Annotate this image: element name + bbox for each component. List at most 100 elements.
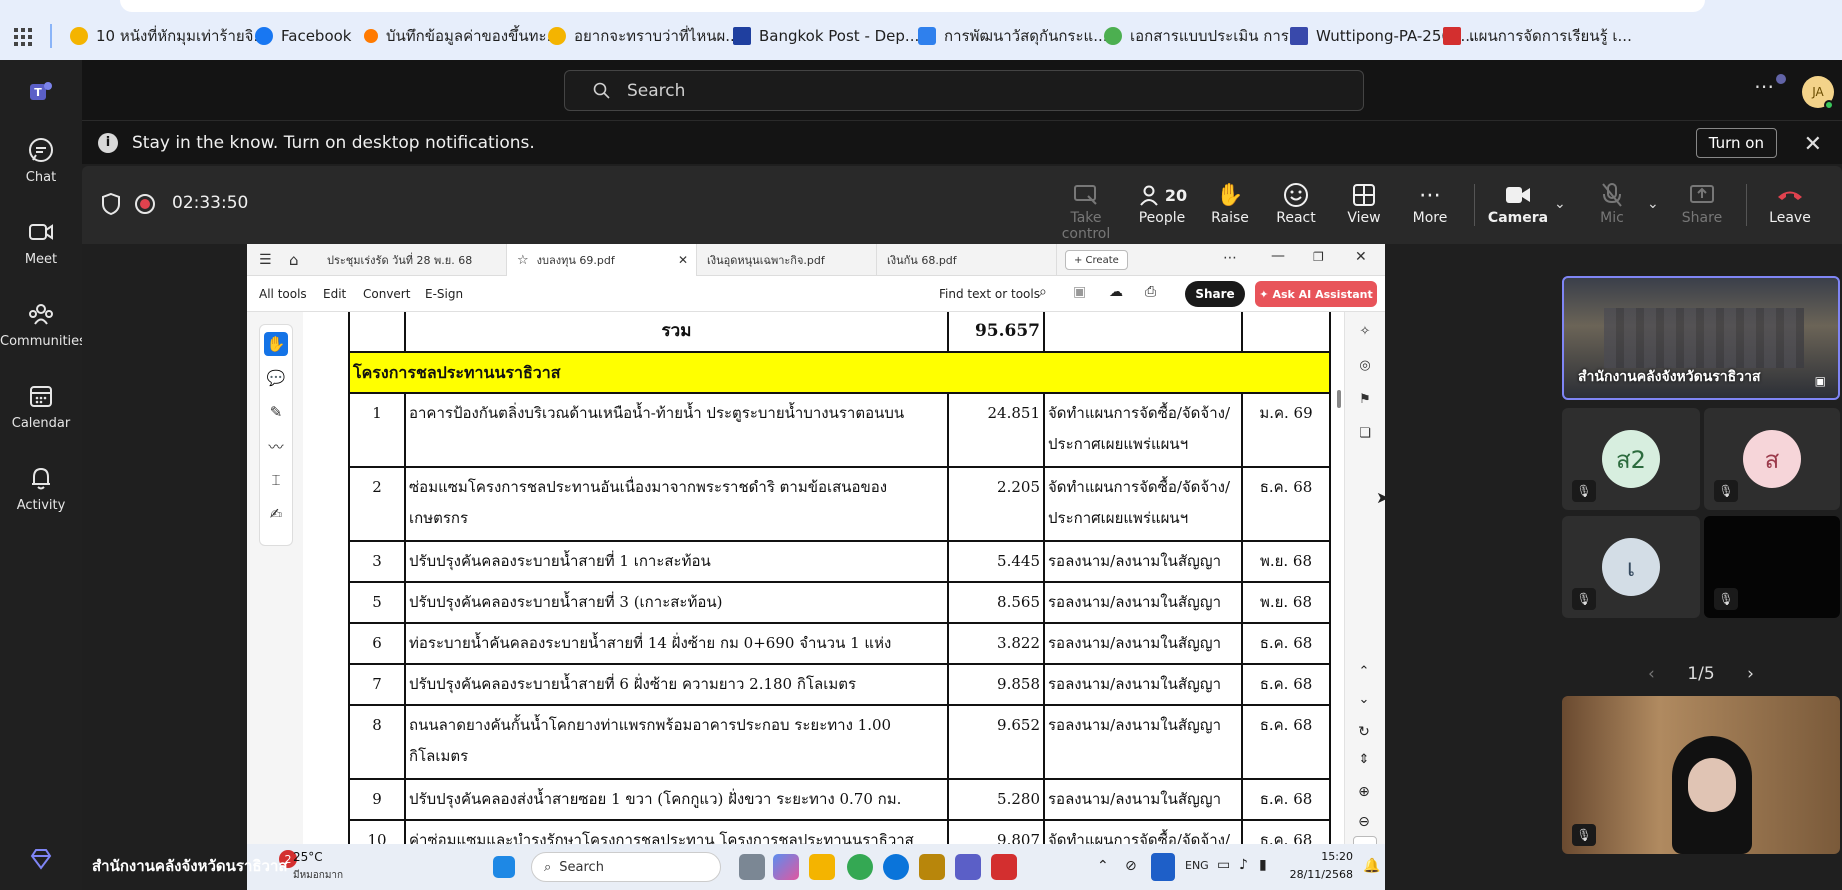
convert-menu[interactable]: Convert [363,287,410,301]
leave-button[interactable]: Leave [1750,180,1830,226]
video-tile[interactable]: ส2 🎙 [1562,408,1700,510]
edit-menu[interactable]: Edit [323,287,346,301]
language-indicator[interactable]: ENG [1185,859,1209,872]
premium-diamond-icon[interactable] [0,848,82,876]
rail-meet[interactable]: Meet [0,218,82,267]
camera-options-chevron-down-icon[interactable]: ⌄ [1554,196,1566,212]
page-number-input[interactable]: 3 [1353,836,1377,844]
all-tools-menu[interactable]: All tools [259,287,307,301]
mic-button[interactable]: Mic [1572,180,1652,226]
hand-tool-icon[interactable]: ✋ [264,332,288,356]
sign-icon[interactable]: ✍ [264,502,288,526]
rotate-icon[interactable]: ↻ [1352,724,1376,740]
save-icon[interactable]: ▣ [1073,284,1086,300]
store-icon[interactable] [919,854,945,880]
close-icon[interactable]: ✕ [1804,132,1822,157]
comments-icon[interactable]: ◎ [1355,358,1375,378]
camera-button[interactable]: Camera [1478,180,1558,226]
bookmark-icon[interactable]: ⚑ [1355,392,1375,412]
clock-time[interactable]: 15:20 [1295,850,1353,863]
ai-tools-icon[interactable]: ✧ [1355,324,1375,344]
file-explorer-icon[interactable] [809,854,835,880]
close-window-icon[interactable]: ✕ [1355,249,1367,265]
share-document-button[interactable]: Share [1185,281,1245,307]
battery-icon[interactable]: ▮ [1259,857,1267,873]
hamburger-menu-icon[interactable]: ☰ [259,252,272,268]
video-tile[interactable]: ส 🎙 [1704,408,1840,510]
apps-grid-icon[interactable] [14,28,32,46]
restore-icon[interactable]: ❐ [1313,250,1324,264]
zoom-out-icon[interactable]: ⊖ [1352,814,1376,830]
shared-screen[interactable]: ☰ ⌂ ประชุมเร่งรัด วันที่ 28 พ.ย. 68 ☆ งบล… [247,244,1385,844]
acrobat-taskbar-icon[interactable] [991,854,1017,880]
more-icon[interactable]: ⋯ [1223,250,1237,266]
wifi-off-icon[interactable]: ⊘ [1125,858,1137,874]
chevron-up-icon[interactable]: ⌃ [1097,858,1109,874]
table-row: 8 ถนนลาดยางคันกั้นน้ำโคกยางท่าแพรกพร้อมอ… [348,704,1331,780]
zoom-in-icon[interactable]: ⊕ [1352,784,1376,800]
video-tile[interactable]: เ 🎙 [1562,516,1700,618]
video-tile-room[interactable]: สำนักงานคลังจังหวัดนราธิวาส ▣ [1562,276,1840,400]
minimize-icon[interactable]: — [1271,248,1285,264]
comment-icon[interactable]: 💬 [264,366,288,390]
weather-temp[interactable]: 25°C [293,850,323,864]
windows-start-icon[interactable] [493,856,515,878]
scrollbar-thumb[interactable] [1337,390,1341,408]
video-tile-self[interactable]: 🎙 [1562,696,1840,854]
cloud-upload-icon[interactable]: ☁ [1109,284,1123,300]
chevron-right-icon[interactable]: › [1747,664,1754,684]
draw-icon[interactable]: 〰 [264,434,288,458]
mic-options-chevron-down-icon[interactable]: ⌄ [1647,196,1659,212]
rail-chat[interactable]: Chat [0,136,82,185]
previous-page-icon[interactable]: ⌃ [1352,664,1376,679]
edge-icon[interactable] [883,854,909,880]
pdf-page[interactable]: รวม 95.657 โครงการชลประทานนราธิวาส 1 อาค… [303,312,1344,844]
take-control-button[interactable]: Take control [1046,180,1126,242]
print-icon[interactable]: ⎙ [1145,284,1156,300]
rail-activity[interactable]: Activity [0,464,82,513]
chrome-icon[interactable] [847,854,873,880]
text-select-icon[interactable]: ⌶ [264,468,288,492]
bookmark-item[interactable]: แผนการจัดการเรียนรู้ เ... [1443,25,1632,47]
notification-bell-icon[interactable]: 🔔 [1363,858,1380,874]
esign-menu[interactable]: E-Sign [425,287,463,301]
rail-communities[interactable]: Communities [0,300,86,349]
bookmark-item[interactable]: เอกสารแบบประเมิน การ... [1104,25,1303,47]
network-icon[interactable]: ▭ [1217,857,1230,873]
share-button[interactable]: Share [1662,180,1742,226]
mic-tray-icon[interactable] [1151,853,1175,881]
more-button[interactable]: ⋯ More [1390,180,1470,227]
close-tab-icon[interactable]: ✕ [678,253,688,267]
turn-on-button[interactable]: Turn on [1695,128,1777,158]
taskbar-search[interactable]: ⌕ Search [531,852,721,882]
chevron-left-icon[interactable]: ‹ [1648,664,1655,684]
rail-calendar[interactable]: Calendar [0,382,82,431]
ai-assistant-button[interactable]: ✦ Ask AI Assistant [1255,281,1377,307]
bookmark-item[interactable]: 10 หนังที่หักมุมเท่าร้ายจิ... [70,25,268,47]
tab-document-active[interactable]: ☆ งบลงทุน 69.pdf ✕ [507,244,697,276]
more-options-icon[interactable]: ⋯ [1754,74,1774,98]
fit-page-icon[interactable]: ⇕ [1352,752,1376,767]
highlight-pen-icon[interactable]: ✎ [264,400,288,424]
bookmark-item[interactable]: Facebook [255,25,351,47]
task-view-icon[interactable] [739,854,765,880]
tab-document[interactable]: ประชุมเร่งรัด วันที่ 28 พ.ย. 68 [317,244,507,276]
copilot-icon[interactable] [773,854,799,880]
search-icon[interactable]: ⌕ [1039,284,1047,300]
teams-taskbar-icon[interactable] [955,854,981,880]
bookmark-item[interactable]: บันทึกข้อมูลค่าของขึ้นทะ... [364,25,561,47]
find-text-input[interactable]: Find text or tools [939,287,1040,301]
home-icon[interactable]: ⌂ [289,251,299,269]
next-page-icon[interactable]: ⌄ [1352,692,1376,707]
bookmark-item[interactable]: Bangkok Post - Dep... [733,25,919,47]
tab-document[interactable]: เงินอุดหนุนเฉพาะกิจ.pdf [697,244,877,276]
video-tile[interactable]: 🎙 [1704,516,1840,618]
bookmark-item[interactable]: อยากจะทราบว่าที่ไหนผ... [548,25,740,47]
volume-icon[interactable]: ♪ [1239,857,1248,873]
search-input[interactable]: Search [564,70,1364,111]
bookmark-item[interactable]: การพัฒนาวัสดุกันกระแ... [918,25,1108,47]
copy-pages-icon[interactable]: ❏ [1355,426,1375,446]
clock-date[interactable]: 28/11/2568 [1287,868,1353,881]
tab-document[interactable]: เงินกัน 68.pdf [877,244,1057,276]
create-button[interactable]: + Create [1065,250,1128,270]
